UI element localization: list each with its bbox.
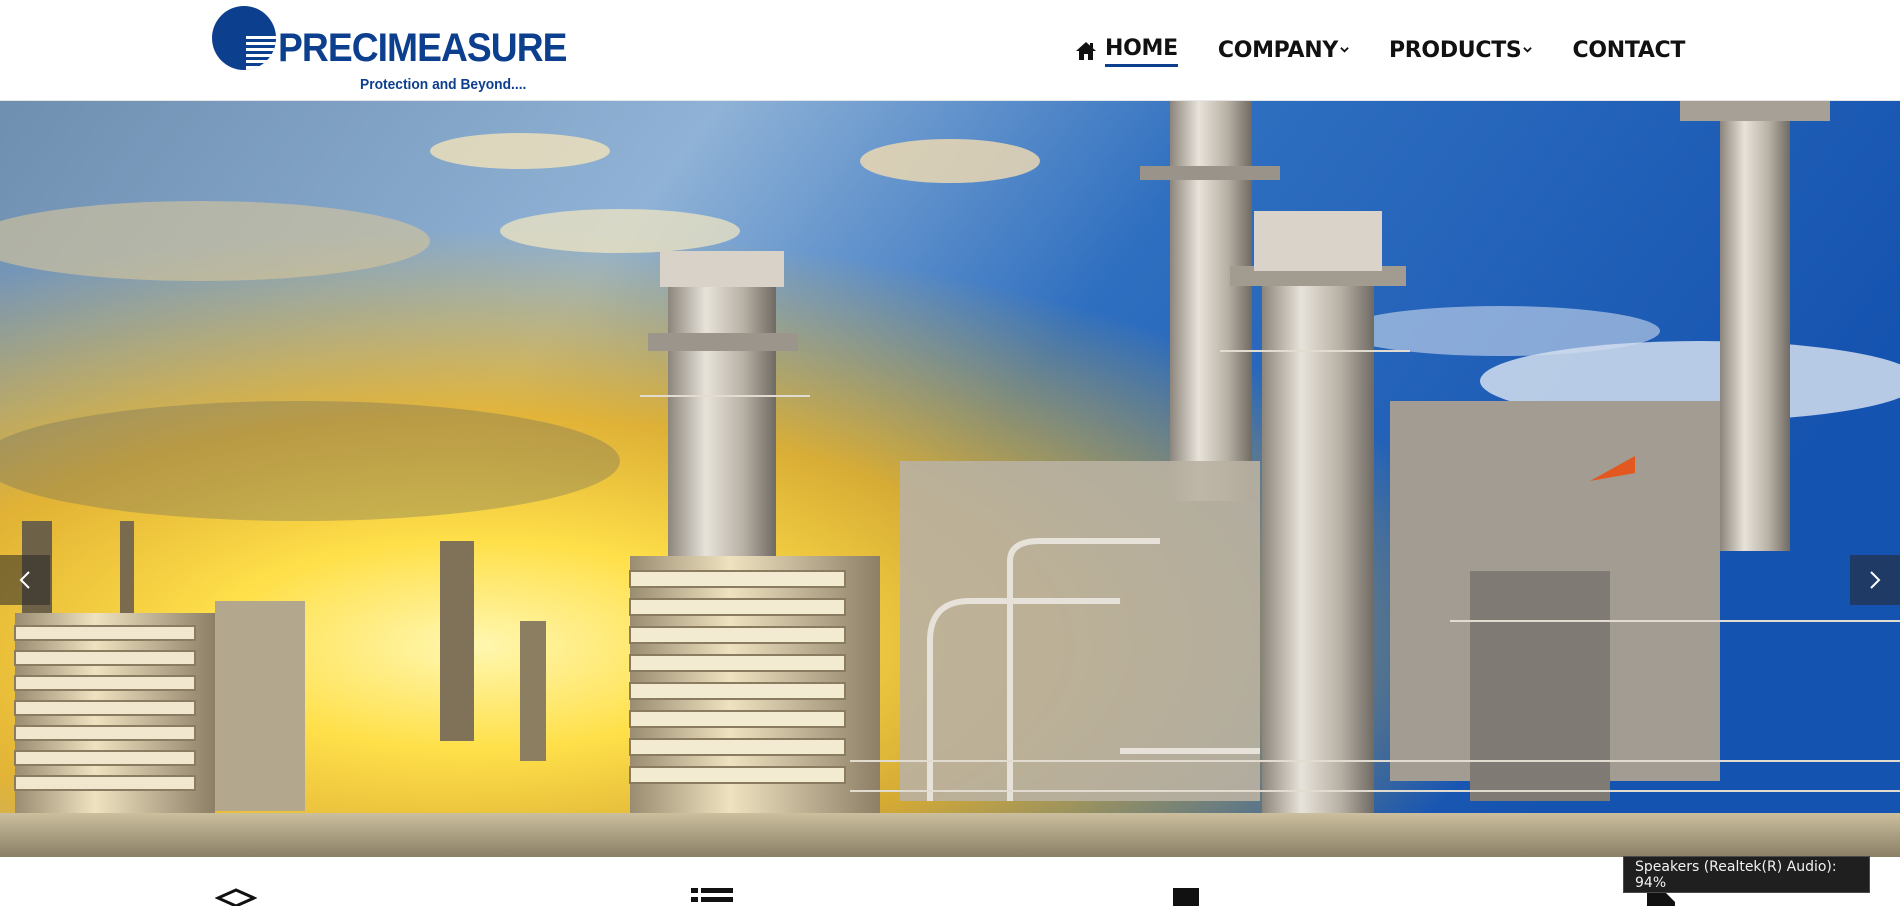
list-icon bbox=[691, 888, 733, 902]
hero-slider[interactable] bbox=[0, 101, 1900, 857]
nav-item-home[interactable]: HOME bbox=[1075, 36, 1178, 67]
bookmark-icon bbox=[1173, 888, 1199, 906]
brand-logo[interactable]: PRECIMEASURE Protection and Beyond.... bbox=[210, 6, 567, 96]
home-icon bbox=[1076, 42, 1096, 60]
volume-tooltip-text: Speakers (Realtek(R) Audio): 94% bbox=[1635, 858, 1837, 891]
nav-item-contact[interactable]: CONTACT bbox=[1572, 36, 1685, 66]
nav-company-label: COMPANY bbox=[1217, 38, 1338, 63]
nav-home-label: HOME bbox=[1105, 36, 1178, 67]
brand-tagline: Protection and Beyond.... bbox=[360, 76, 527, 93]
slider-prev-button[interactable] bbox=[0, 555, 50, 605]
layers-icon bbox=[215, 888, 257, 906]
site-header: PRECIMEASURE Protection and Beyond.... H… bbox=[0, 0, 1900, 101]
nav-products-label: PRODUCTS bbox=[1388, 38, 1522, 63]
chevron-right-icon bbox=[1870, 571, 1881, 589]
nav-item-products[interactable]: PRODUCTS bbox=[1389, 36, 1533, 66]
slider-next-button[interactable] bbox=[1850, 555, 1900, 605]
chevron-left-icon bbox=[19, 571, 30, 589]
brand-name: PRECIMEASURE bbox=[278, 26, 567, 70]
main-nav: HOME COMPANY PRODUCTS CONTACT bbox=[1075, 36, 1685, 67]
nav-contact-label: CONTACT bbox=[1572, 38, 1686, 63]
hero-image bbox=[0, 101, 1900, 857]
nav-item-company[interactable]: COMPANY bbox=[1218, 36, 1349, 66]
logo-mark-icon bbox=[212, 6, 276, 70]
chevron-down-icon bbox=[1340, 46, 1349, 53]
volume-tooltip: Speakers (Realtek(R) Audio): 94% bbox=[1623, 856, 1870, 893]
features-strip bbox=[0, 857, 1900, 906]
chevron-down-icon bbox=[1523, 46, 1533, 53]
